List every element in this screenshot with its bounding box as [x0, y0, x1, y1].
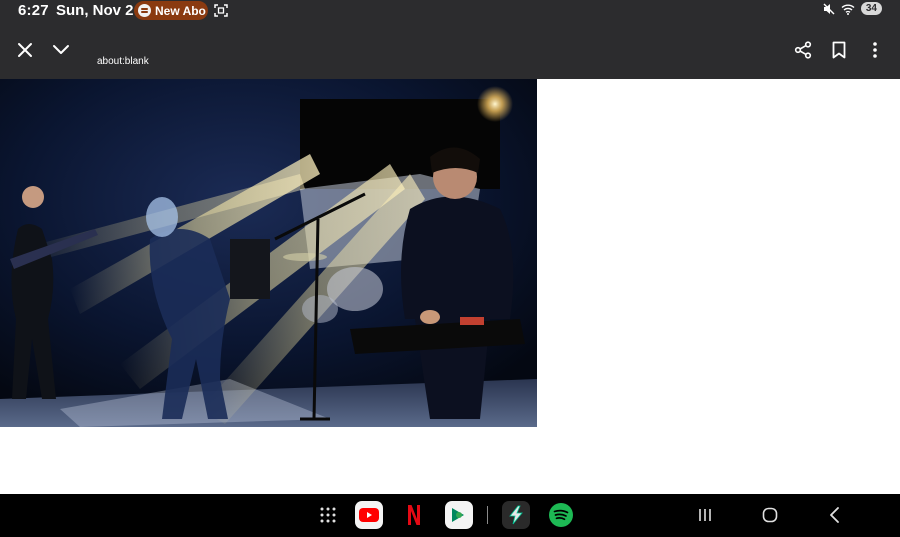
battery-indicator: 34: [860, 2, 882, 15]
media-notification-pill[interactable]: New Abo: [134, 1, 208, 20]
spotify-icon: [138, 4, 151, 17]
url-text[interactable]: about:blank: [97, 56, 149, 67]
screenshot-icon: [214, 4, 228, 17]
recents-button[interactable]: [691, 501, 719, 529]
more-vert-icon: [873, 42, 877, 58]
home-button[interactable]: [756, 501, 784, 529]
web-content: [0, 79, 900, 494]
power-app[interactable]: [502, 501, 530, 529]
bookmark-button[interactable]: [827, 38, 851, 62]
browser-toolbar: about:blank: [0, 22, 900, 79]
youtube-icon: [359, 508, 379, 522]
wifi-icon: [841, 4, 855, 15]
mute-icon: [823, 3, 835, 14]
status-bar: 6:27 Sun, Nov 2 New Abo 34: [0, 0, 900, 22]
close-button[interactable]: [13, 38, 37, 62]
status-time: 6:27: [18, 2, 49, 19]
chevron-down-icon: [53, 45, 69, 54]
app-grid-icon: [320, 507, 336, 523]
dock-separator: [487, 506, 488, 524]
collapse-button[interactable]: [49, 38, 73, 62]
play-games-app[interactable]: [445, 501, 473, 529]
app-drawer-button[interactable]: [314, 501, 342, 529]
spotify-icon: [549, 503, 573, 527]
back-button[interactable]: [820, 501, 848, 529]
lightning-icon: [509, 505, 523, 525]
concert-photo: [0, 79, 537, 427]
spotify-app[interactable]: [547, 501, 575, 529]
netflix-icon: [408, 505, 420, 525]
home-icon: [762, 507, 778, 523]
navigation-bar: [0, 494, 900, 537]
concert-photo-illustration: [0, 79, 537, 427]
share-icon: [794, 41, 812, 59]
play-games-icon: [452, 508, 464, 522]
youtube-app[interactable]: [355, 501, 383, 529]
bookmark-icon: [832, 41, 846, 59]
close-icon: [18, 43, 32, 57]
status-icons: 34: [823, 2, 882, 15]
media-pill-text: New Abo: [155, 3, 206, 18]
netflix-app[interactable]: [400, 501, 428, 529]
more-options-button[interactable]: [863, 38, 887, 62]
back-icon: [830, 507, 839, 523]
share-button[interactable]: [791, 38, 815, 62]
recents-icon: [699, 509, 711, 521]
status-date: Sun, Nov 2: [56, 2, 134, 19]
